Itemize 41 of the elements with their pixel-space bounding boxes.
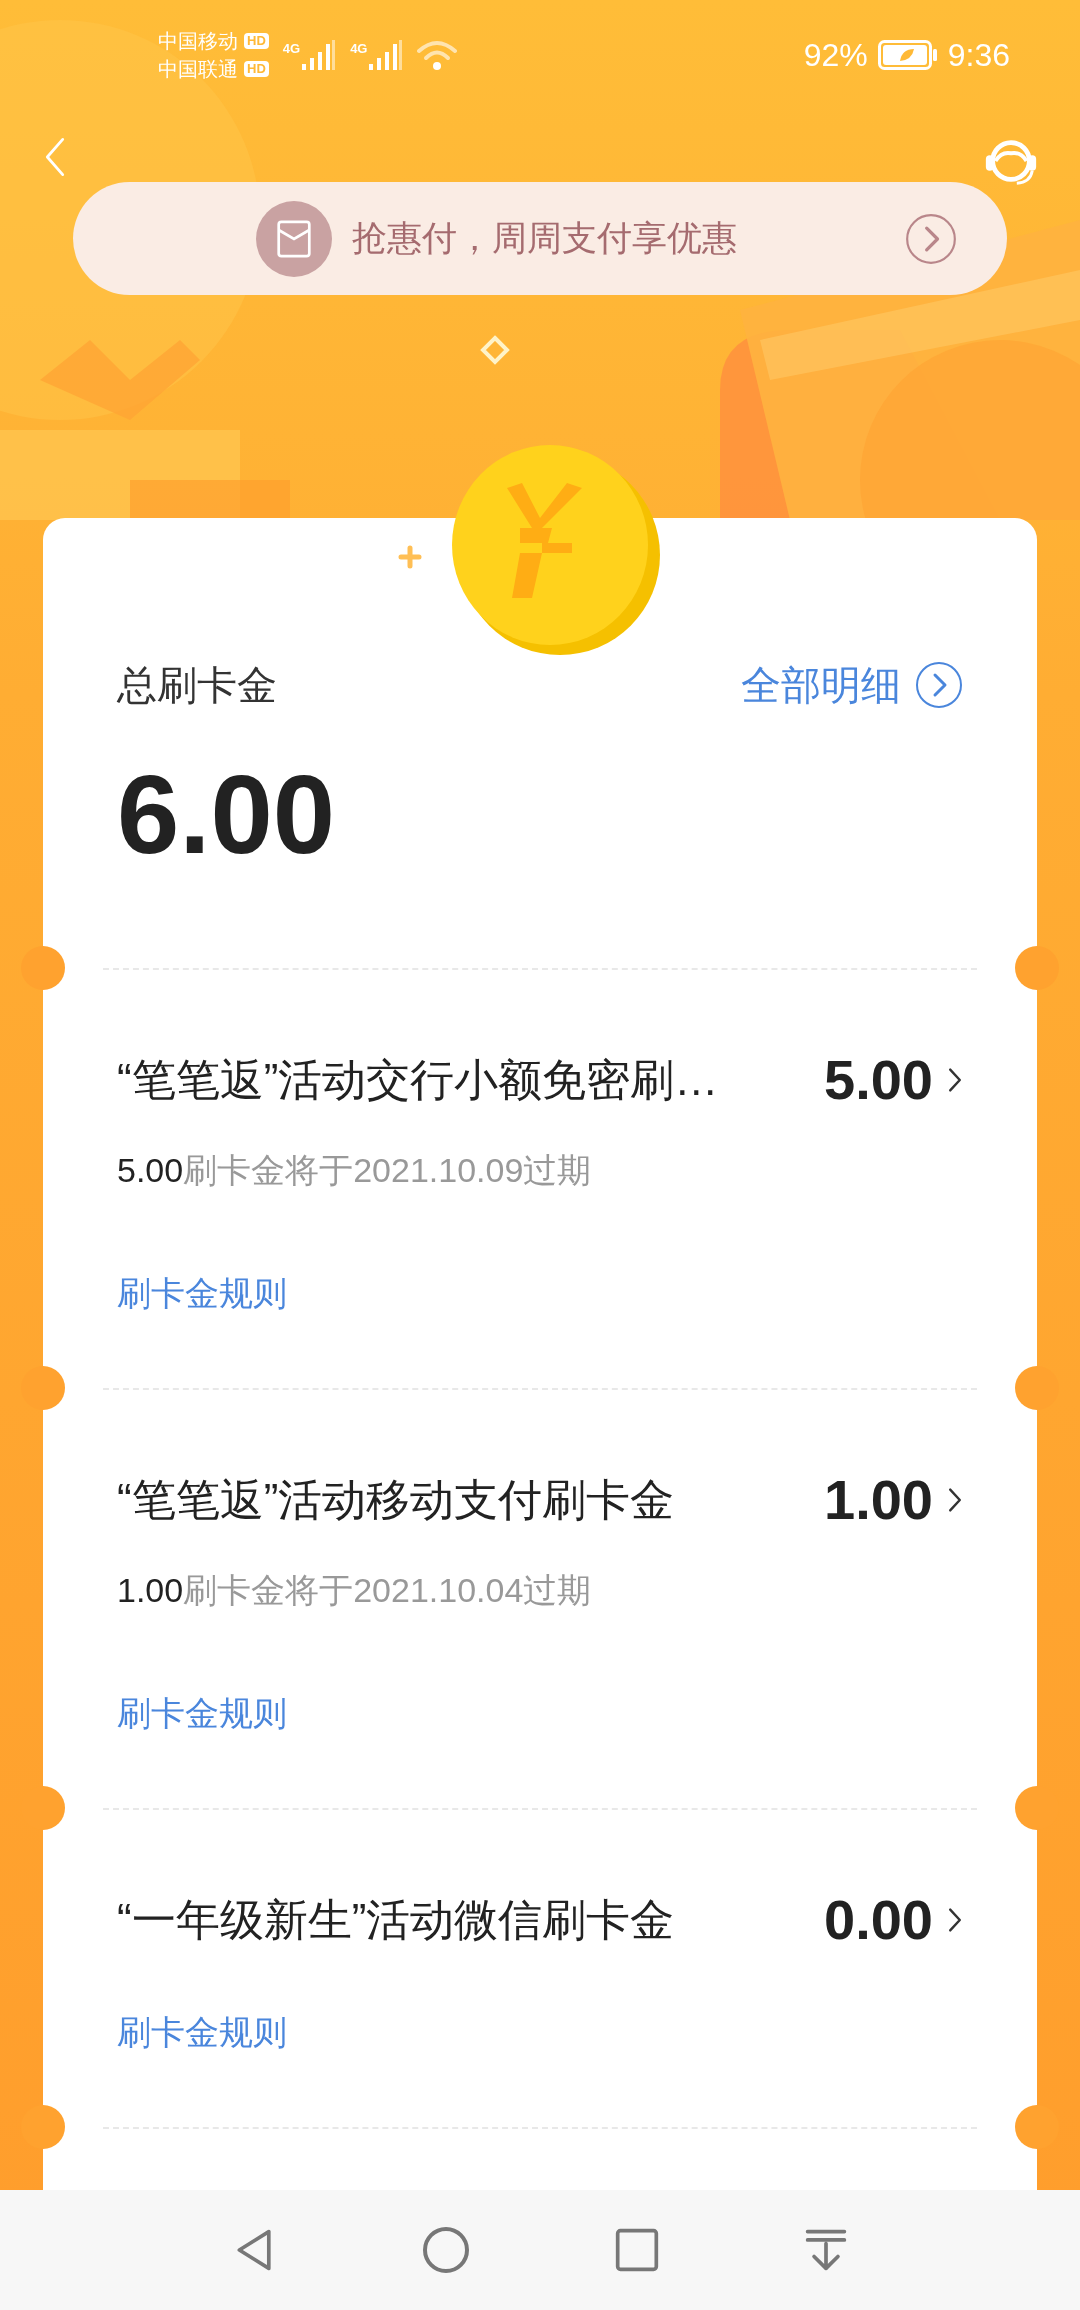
expiry-note: 5.00刷卡金将于2021.10.09过期 — [117, 1150, 593, 1191]
item-title[interactable]: “笔笔返”活动交行小额免密刷… — [117, 1050, 719, 1110]
home-nav-icon[interactable] — [420, 2225, 471, 2275]
hd-badge: HD — [244, 33, 269, 49]
clock-time: 9:36 — [947, 36, 1010, 75]
total-amount: 6.00 — [117, 755, 336, 875]
item-title[interactable]: “一年级新生”活动微信刷卡金 — [117, 1890, 675, 1950]
card-notch — [21, 946, 65, 990]
network-type: 4G — [350, 42, 368, 55]
item-title[interactable]: “笔笔返”活动移动支付刷卡金 — [117, 1470, 675, 1530]
sparkle-icon — [480, 335, 510, 365]
card-notch — [1015, 1366, 1059, 1410]
rules-link[interactable]: 刷卡金规则 — [117, 1274, 287, 1312]
card-notch — [1015, 946, 1059, 990]
wifi-icon — [417, 39, 458, 71]
item-amount: 1.00 — [824, 1472, 933, 1528]
summary-title: 总刷卡金 — [117, 662, 277, 709]
carrier-name: 中国联通 — [158, 57, 238, 81]
chevron-right-icon — [947, 1906, 963, 1934]
expiry-note: 1.00刷卡金将于2021.10.04过期 — [117, 1570, 593, 1611]
signal-icon — [369, 40, 404, 70]
rules-link[interactable]: 刷卡金规则 — [117, 2013, 287, 2051]
plus-icon — [398, 545, 422, 569]
arrow-circle-icon — [915, 661, 963, 709]
arrow-circle-icon[interactable] — [905, 212, 957, 265]
card-notch — [21, 1366, 65, 1410]
battery-percent: 92% — [803, 36, 868, 75]
carrier-name: 中国移动 — [158, 29, 238, 53]
signal-icon — [302, 40, 337, 70]
network-type: 4G — [282, 42, 301, 55]
item-amount: 5.00 — [824, 1052, 933, 1108]
promo-banner[interactable]: 抢惠付，周周支付享优惠 — [73, 182, 1007, 295]
all-details-link[interactable]: 全部明细 — [741, 655, 963, 715]
rules-link[interactable]: 刷卡金规则 — [117, 1694, 287, 1732]
chevron-right-icon — [947, 1066, 963, 1094]
banner-text: 抢惠付，周周支付享优惠 — [352, 217, 738, 260]
recents-nav-icon[interactable] — [613, 2227, 660, 2273]
hd-badge: HD — [244, 61, 269, 77]
item-amount: 0.00 — [824, 1892, 933, 1948]
chevron-right-icon — [947, 1486, 963, 1514]
battery-icon — [877, 40, 938, 70]
